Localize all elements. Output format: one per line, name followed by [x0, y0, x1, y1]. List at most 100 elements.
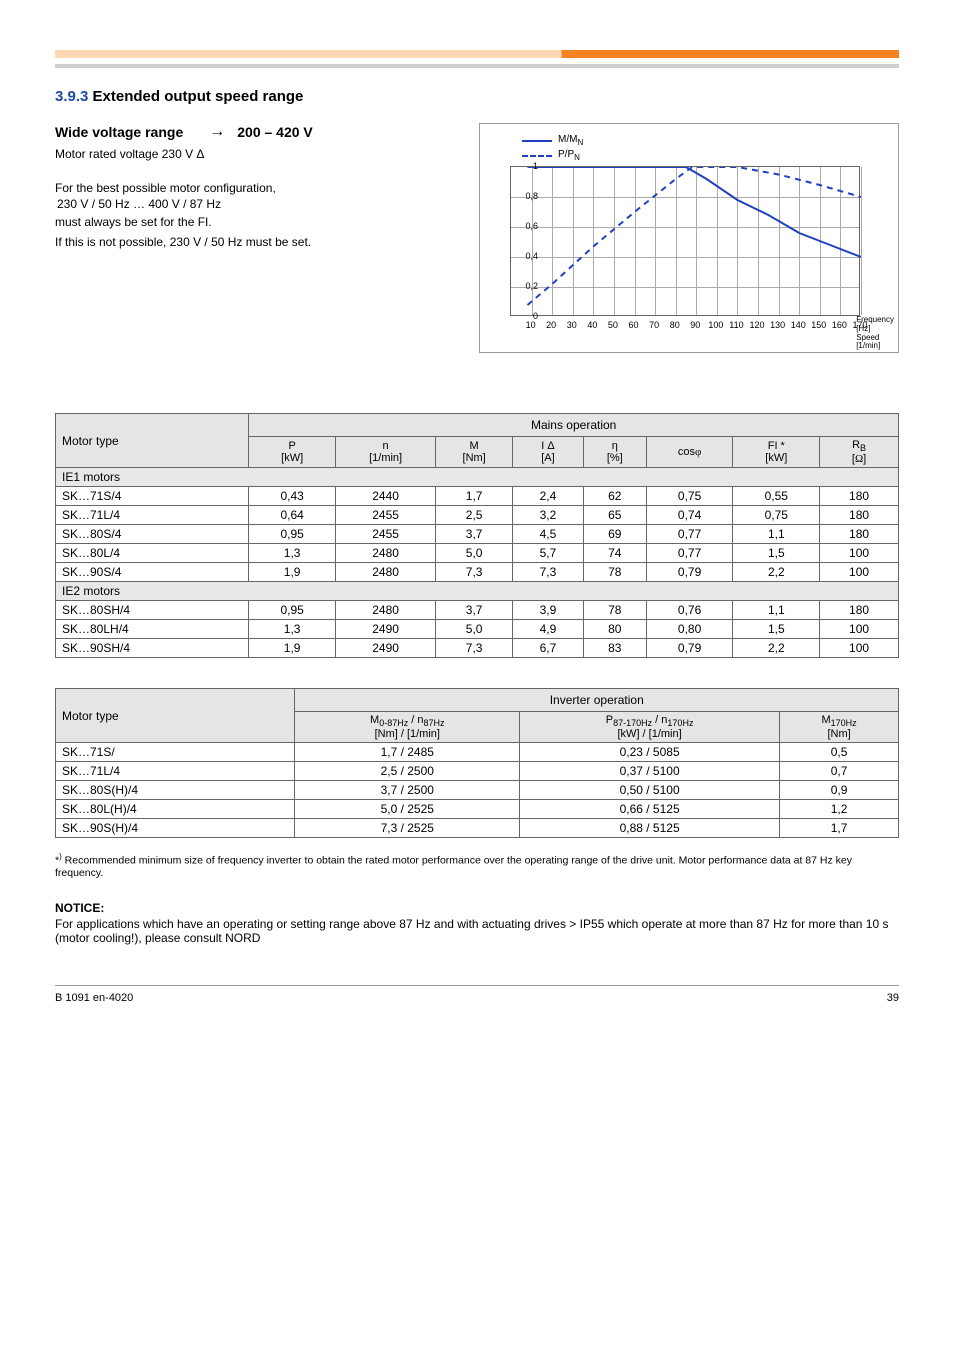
cell: SK…80L(H)/4 [56, 800, 295, 819]
cell: 1,7 [436, 487, 513, 506]
cell: 5,0 [436, 544, 513, 563]
cell: 0,23 / 5085 [520, 743, 780, 762]
table-row: SK…80SH/40,9524803,73,9780,761,1180 [56, 601, 899, 620]
table-row: IE1 motors [56, 468, 899, 487]
section-row-label: IE2 motors [56, 582, 899, 601]
cell: 5,0 [436, 620, 513, 639]
chart-panel: M/MNP/PN Frequency[Hz]Speed[1/min] 10203… [479, 123, 899, 353]
cell: 0,80 [646, 620, 733, 639]
cell: 0,5 [780, 743, 899, 762]
cell: 0,66 / 5125 [520, 800, 780, 819]
cell: SK…80S/4 [56, 525, 249, 544]
x-tick: 30 [567, 320, 577, 330]
cell: 0,95 [249, 525, 336, 544]
cell: 180 [820, 525, 899, 544]
chart-grid [510, 166, 860, 316]
cell: 65 [583, 506, 646, 525]
table-row: SK…90S/41,924807,37,3780,792,2100 [56, 563, 899, 582]
cell: 1,5 [733, 620, 820, 639]
cell: 0,37 / 5100 [520, 762, 780, 781]
cell: 83 [583, 639, 646, 658]
cell: 2,5 [436, 506, 513, 525]
cell: 1,7 / 2485 [295, 743, 520, 762]
col-header: n[1/min] [336, 437, 436, 468]
x-tick: 110 [729, 320, 743, 330]
legend-line-icon [522, 155, 552, 157]
cell: 1,1 [733, 525, 820, 544]
cell: 0,75 [733, 506, 820, 525]
table-inverter-operation: Motor type Inverter operation M0-87Hz / … [55, 688, 899, 838]
cell: 1,1 [733, 601, 820, 620]
cell: 3,9 [513, 601, 584, 620]
col-header: M170Hz[Nm] [780, 712, 899, 743]
cell: 2440 [336, 487, 436, 506]
cell: 1,9 [249, 563, 336, 582]
wide-voltage-line: Wide voltage range → 200 – 420 V [55, 123, 459, 141]
cell: 7,3 / 2525 [295, 819, 520, 838]
table-row: SK…71L/40,6424552,53,2650,740,75180 [56, 506, 899, 525]
section-row-label: IE1 motors [56, 468, 899, 487]
table-row: SK…71L/42,5 / 25000,37 / 51000,7 [56, 762, 899, 781]
cell: 0,79 [646, 563, 733, 582]
col-mains-op: Mains operation [249, 414, 899, 437]
config-label: For the best possible motor configuratio… [55, 181, 459, 195]
cell: 0,7 [780, 762, 899, 781]
cell: 2480 [336, 563, 436, 582]
cell: 62 [583, 487, 646, 506]
cell: SK…71S/ [56, 743, 295, 762]
col-header: M[Nm] [436, 437, 513, 468]
table-row: SK…71S/40,4324401,72,4620,750,55180 [56, 487, 899, 506]
y-tick: 0,2 [525, 281, 538, 291]
col-inv-op: Inverter operation [295, 689, 899, 712]
table-row: SK…71S/1,7 / 24850,23 / 50850,5 [56, 743, 899, 762]
cell: 0,88 / 5125 [520, 819, 780, 838]
y-tick: 0,6 [525, 221, 538, 231]
motor-voltage-desc: Motor rated voltage 230 V Δ [55, 147, 459, 161]
cell: 4,5 [513, 525, 584, 544]
cell: 7,3 [436, 639, 513, 658]
col-header: FI *[kW] [733, 437, 820, 468]
cell: SK…71L/4 [56, 506, 249, 525]
cell: 0,95 [249, 601, 336, 620]
cell: 5,7 [513, 544, 584, 563]
cell: 78 [583, 563, 646, 582]
section-number: 3.9.3 [55, 88, 88, 105]
footer-page-number: 39 [887, 992, 899, 1004]
x-tick: 100 [708, 320, 723, 330]
notice-body: For applications which have an operating… [55, 917, 888, 945]
col-header: M0-87Hz / n87Hz[Nm] / [1/min] [295, 712, 520, 743]
wide-voltage-range: 200 – 420 V [237, 124, 313, 140]
x-tick: 80 [670, 320, 680, 330]
cell: 1,5 [733, 544, 820, 563]
table-row: SK…80L(H)/45,0 / 25250,66 / 51251,2 [56, 800, 899, 819]
cell: 3,7 [436, 601, 513, 620]
cell: 0,77 [646, 544, 733, 563]
cell: 180 [820, 601, 899, 620]
cell: SK…80LH/4 [56, 620, 249, 639]
cell: 5,0 / 2525 [295, 800, 520, 819]
x-tick: 40 [587, 320, 597, 330]
cell: 80 [583, 620, 646, 639]
cell: 0,9 [780, 781, 899, 800]
cell: SK…80L/4 [56, 544, 249, 563]
cell: 0,76 [646, 601, 733, 620]
chart-legend: M/MNP/PN [490, 134, 892, 162]
y-tick: 1 [533, 161, 538, 171]
cell: 0,64 [249, 506, 336, 525]
x-tick: 90 [690, 320, 700, 330]
footnote: *) Recommended minimum size of frequency… [55, 852, 899, 879]
x-tick: 70 [649, 320, 659, 330]
cell: 3,2 [513, 506, 584, 525]
cell: 0,79 [646, 639, 733, 658]
x-tick: 170 [852, 320, 867, 330]
table-row: SK…80S(H)/43,7 / 25000,50 / 51000,9 [56, 781, 899, 800]
x-tick: 50 [608, 320, 618, 330]
cell: 180 [820, 487, 899, 506]
cell: 0,55 [733, 487, 820, 506]
cell: 0,50 / 5100 [520, 781, 780, 800]
cell: 0,74 [646, 506, 733, 525]
cell: 2490 [336, 620, 436, 639]
cell: 2,5 / 2500 [295, 762, 520, 781]
cell: SK…71L/4 [56, 762, 295, 781]
header-orange-bar [55, 50, 899, 58]
